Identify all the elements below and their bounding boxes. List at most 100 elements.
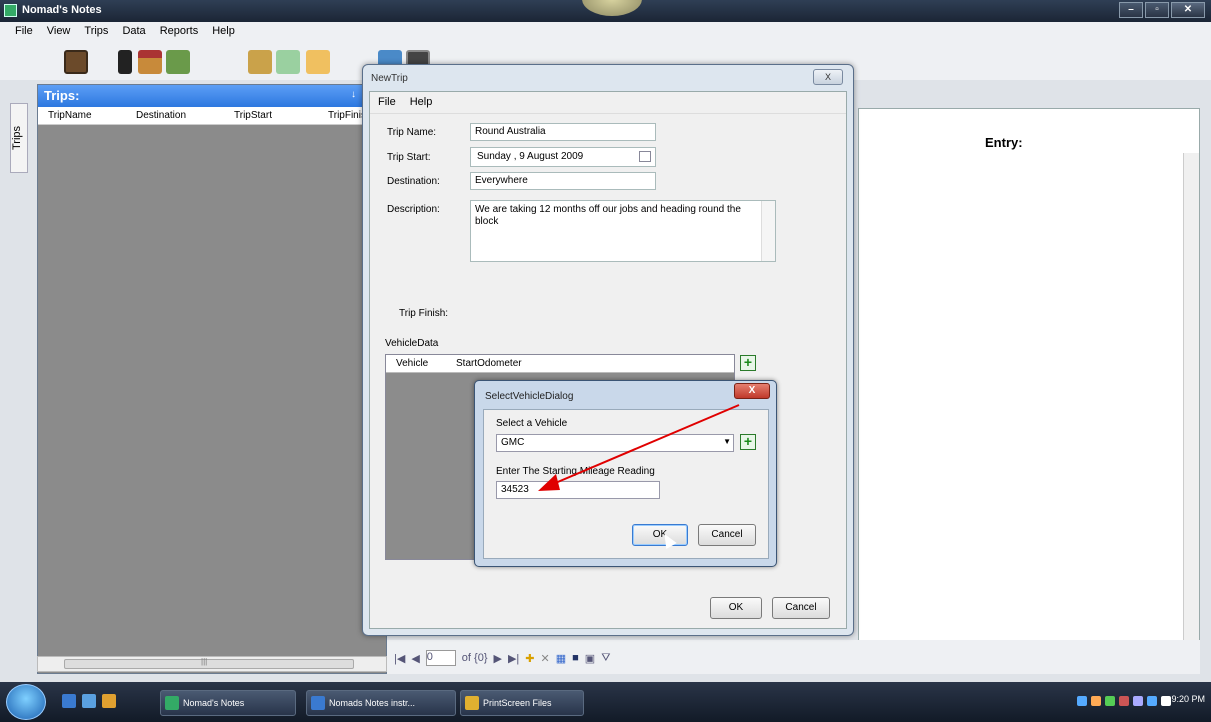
chevron-down-icon[interactable]: ▼ [723, 437, 731, 446]
quicklaunch-desktop-icon[interactable] [62, 694, 76, 708]
vehicle-data-label: VehicleData [385, 338, 439, 349]
home-icon[interactable] [138, 50, 162, 74]
description-value: We are taking 12 months off our jobs and… [475, 204, 741, 227]
quicklaunch-ie-icon[interactable] [82, 694, 96, 708]
menu-file[interactable]: File [8, 22, 40, 42]
app-title-bar: Nomad's Notes – ▫ ✕ [0, 0, 1211, 22]
close-button[interactable]: ✕ [1171, 2, 1205, 18]
trip-start-label: Trip Start: [387, 152, 431, 163]
window-decoration [582, 0, 642, 16]
grid-icon[interactable]: ▦ [556, 652, 566, 665]
task-nomads-notes[interactable]: Nomad's Notes [160, 690, 296, 716]
add-vehicle-button[interactable]: + [740, 355, 756, 371]
tray-icon[interactable] [1133, 696, 1143, 706]
entry-vertical-scrollbar[interactable] [1183, 153, 1199, 643]
add-new-vehicle-button[interactable]: + [740, 434, 756, 450]
col-destination[interactable]: Destination [136, 110, 186, 121]
app-icon [4, 4, 17, 17]
calendar-icon[interactable] [639, 151, 651, 162]
col-tripstart[interactable]: TripStart [234, 110, 272, 121]
tray-icon[interactable] [1077, 696, 1087, 706]
system-tray [1077, 696, 1171, 706]
description-label: Description: [387, 204, 440, 215]
newtrip-cancel-button[interactable]: Cancel [772, 597, 830, 619]
newtrip-menu-help[interactable]: Help [410, 96, 433, 109]
col-vehicle[interactable]: Vehicle [396, 358, 428, 369]
newtrip-title: NewTrip [371, 73, 408, 84]
map-icon[interactable] [276, 50, 300, 74]
entry-label: Entry: [985, 135, 1023, 150]
taskbar: Nomad's Notes Nomads Notes instr... Prin… [0, 682, 1211, 722]
print-icon[interactable]: ▣ [585, 652, 595, 665]
phone-icon[interactable] [118, 50, 132, 74]
filter-icon[interactable]: ⛛ [601, 652, 610, 665]
maximize-button[interactable]: ▫ [1145, 2, 1169, 18]
select-vehicle-label: Select a Vehicle [496, 418, 568, 429]
newtrip-menu-file[interactable]: File [378, 96, 396, 109]
nav-position-input[interactable]: 0 [425, 650, 456, 666]
task-nomads-notes-instructions[interactable]: Nomads Notes instr... [306, 690, 456, 716]
task-printscreen-files[interactable]: PrintScreen Files [460, 690, 584, 716]
add-new-icon[interactable]: ✚ [525, 652, 534, 665]
menu-help[interactable]: Help [205, 22, 242, 42]
window-controls: – ▫ ✕ [1119, 2, 1205, 18]
select-vehicle-body: Select a Vehicle GMC ▼ + Enter The Start… [483, 409, 769, 559]
trip-finish-label: Trip Finish: [399, 308, 449, 319]
trip-name-label: Trip Name: [387, 127, 437, 138]
trips-grid-header: TripName Destination TripStart TripFinis… [38, 107, 386, 125]
trips-side-tab[interactable]: Trips [10, 103, 28, 173]
beach-icon[interactable] [306, 50, 330, 74]
trip-start-datepicker[interactable]: Sunday , 9 August 2009 [470, 147, 656, 167]
document-icon [311, 696, 325, 710]
menu-view[interactable]: View [40, 22, 78, 42]
trip-start-value: Sunday , 9 August 2009 [477, 151, 584, 162]
briefcase-icon[interactable] [64, 50, 88, 74]
menu-data[interactable]: Data [115, 22, 152, 42]
description-textarea[interactable]: We are taking 12 months off our jobs and… [470, 200, 776, 262]
select-vehicle-cancel-button[interactable]: Cancel [698, 524, 756, 546]
mileage-input[interactable]: 34523 [496, 481, 660, 499]
tray-icon[interactable] [1105, 696, 1115, 706]
nav-prev-button[interactable]: ◀ [411, 652, 419, 665]
volume-icon[interactable] [1161, 696, 1171, 706]
menu-trips[interactable]: Trips [77, 22, 115, 42]
trips-title: Trips: [44, 88, 80, 103]
description-scrollbar[interactable] [761, 201, 775, 261]
tray-icon[interactable] [1119, 696, 1129, 706]
delete-icon[interactable]: ✕ [541, 652, 550, 665]
select-vehicle-title: SelectVehicleDialog [485, 391, 574, 402]
trip-name-input[interactable]: Round Australia [470, 123, 656, 141]
entry-panel: Entry: [858, 108, 1200, 644]
trips-horizontal-scrollbar[interactable]: ||| [37, 656, 387, 672]
pin-icon[interactable]: ↓ [351, 89, 356, 100]
start-button[interactable] [6, 684, 46, 720]
minimize-button[interactable]: – [1119, 2, 1143, 18]
vehicle-combobox[interactable]: GMC ▼ [496, 434, 734, 452]
scrollbar-thumb[interactable]: ||| [64, 657, 354, 669]
app-icon [165, 696, 179, 710]
mileage-label: Enter The Starting Mileage Reading [496, 466, 655, 477]
folder-icon [465, 696, 479, 710]
newtrip-ok-button[interactable]: OK [710, 597, 762, 619]
nav-last-button[interactable]: ▶| [508, 652, 519, 665]
destination-input[interactable]: Everywhere [470, 172, 656, 190]
vehicle-grid-header: Vehicle StartOdometer [386, 355, 734, 373]
col-startodometer[interactable]: StartOdometer [456, 358, 522, 369]
nav-first-button[interactable]: |◀ [394, 652, 405, 665]
newtrip-close-button[interactable]: X [813, 69, 843, 85]
clock[interactable]: 9:20 PM [1171, 694, 1205, 704]
window-title: Nomad's Notes [22, 4, 102, 16]
select-vehicle-close-button[interactable]: X [734, 383, 770, 399]
vehicle-combobox-value: GMC [501, 437, 525, 448]
tray-icon[interactable] [1147, 696, 1157, 706]
trips-panel-header: Trips: ↓ [38, 85, 386, 107]
quicklaunch-media-icon[interactable] [102, 694, 116, 708]
col-tripname[interactable]: TripName [48, 110, 92, 121]
newtrip-menubar: File Help [370, 92, 846, 114]
campground-icon[interactable] [166, 50, 190, 74]
menu-reports[interactable]: Reports [153, 22, 206, 42]
save-icon[interactable]: ■ [572, 652, 579, 664]
nav-next-button[interactable]: ▶ [494, 652, 502, 665]
tray-icon[interactable] [1091, 696, 1101, 706]
vehicle-icon[interactable] [248, 50, 272, 74]
